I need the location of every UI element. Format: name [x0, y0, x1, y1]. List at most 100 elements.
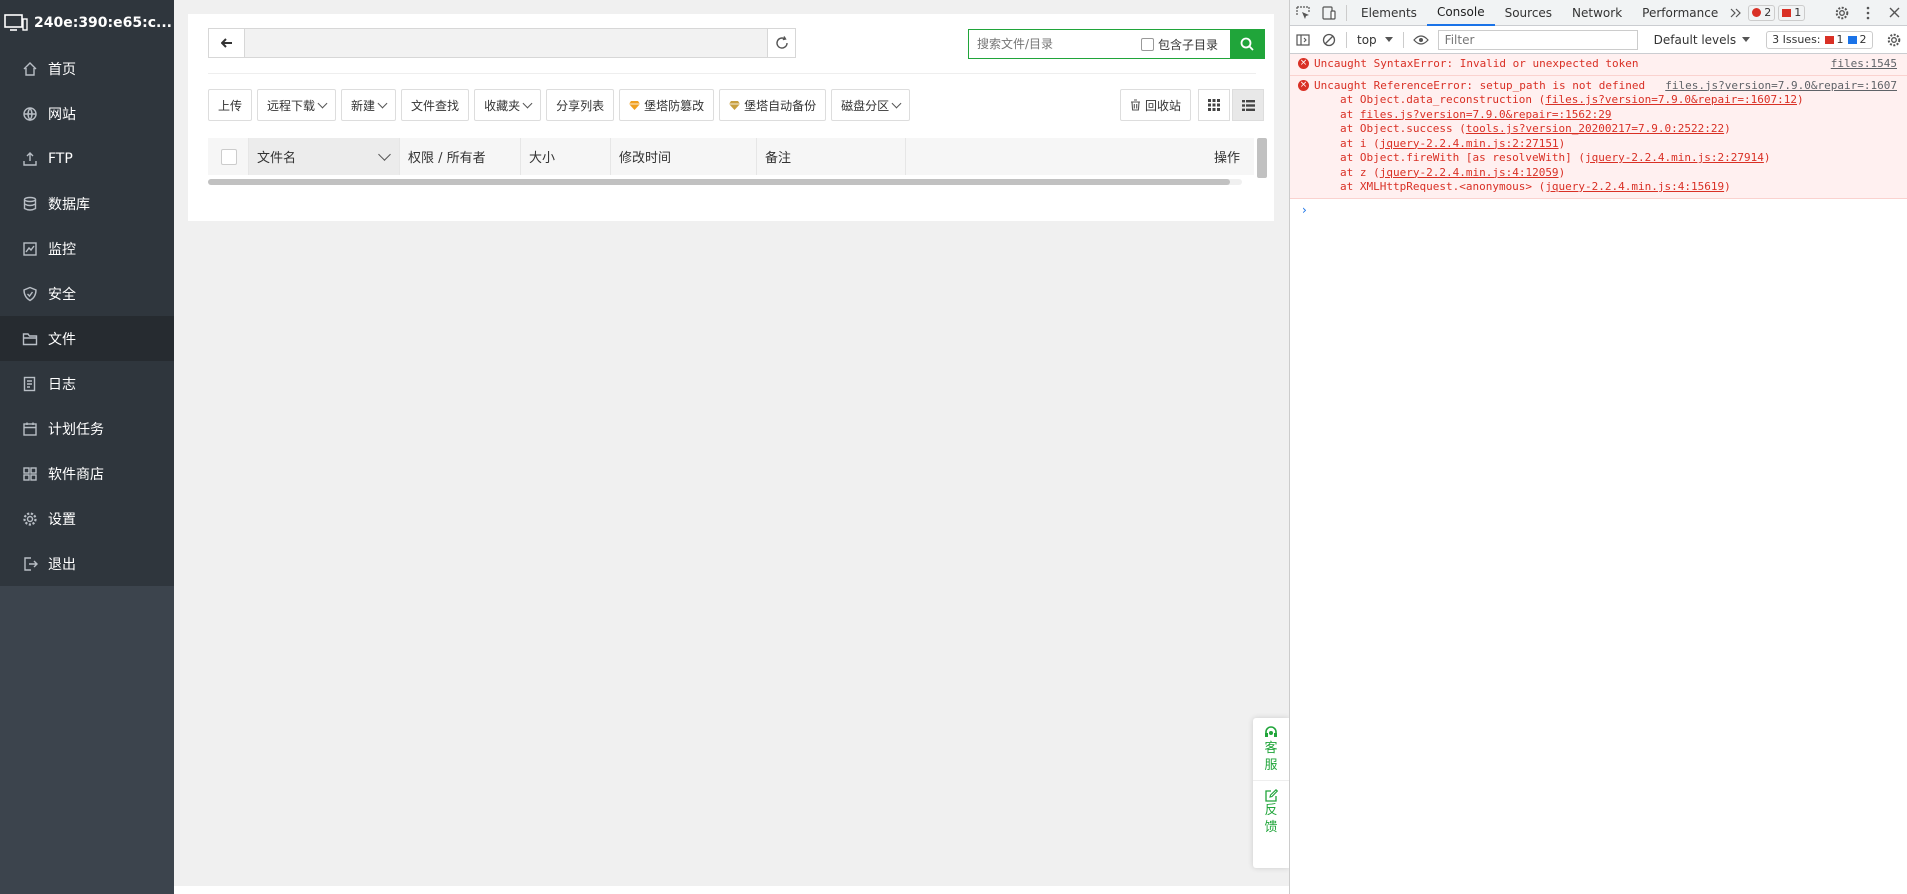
- file-panel: 包含子目录 上传 远程下载 新建 文件查找 收藏夹 分享列表 堡塔防篡改 堡塔自…: [188, 14, 1274, 221]
- tab-console[interactable]: Console: [1426, 0, 1495, 26]
- remote-download-button[interactable]: 远程下载: [257, 89, 337, 121]
- sidebar-item-label: 设置: [48, 511, 76, 528]
- tab-sources[interactable]: Sources: [1495, 0, 1562, 26]
- more-tabs-icon[interactable]: [1728, 0, 1744, 26]
- floating-help-panel: 客 服 反 馈: [1253, 718, 1289, 868]
- console-filter-input[interactable]: Filter: [1437, 29, 1638, 50]
- include-subdir-checkbox[interactable]: [1141, 37, 1154, 51]
- chevron-down-icon: [891, 98, 902, 108]
- device-toolbar-icon[interactable]: [1316, 0, 1342, 26]
- vertical-scrollbar[interactable]: [1257, 138, 1267, 178]
- stack-frame-link[interactable]: jquery-2.2.4.min.js:4:12059: [1380, 166, 1559, 179]
- file-find-button[interactable]: 文件查找: [401, 89, 470, 121]
- favorites-button[interactable]: 收藏夹: [474, 89, 542, 121]
- sidebar-item-4[interactable]: 监控: [0, 226, 174, 271]
- sidebar-item-11[interactable]: 退出: [0, 541, 174, 586]
- stack-frame-link[interactable]: jquery-2.2.4.min.js:2:27151: [1380, 137, 1559, 150]
- disk-partition-button[interactable]: 磁盘分区: [831, 89, 911, 121]
- sidebar-item-1[interactable]: 网站: [0, 91, 174, 136]
- live-expression-eye-icon[interactable]: [1408, 27, 1434, 53]
- sidebar-item-9[interactable]: 软件商店: [0, 451, 174, 496]
- console-settings-gear-icon[interactable]: [1881, 27, 1907, 53]
- sidebar-item-3[interactable]: 数据库: [0, 181, 174, 226]
- error-count-badge[interactable]: 2: [1748, 4, 1776, 21]
- divider: [1346, 31, 1347, 48]
- stack-frame-link[interactable]: files.js?version=7.9.0&repair=:1562:29: [1360, 108, 1612, 121]
- chevron-down-icon: [522, 98, 533, 108]
- error-counts[interactable]: 2 1: [1748, 4, 1808, 21]
- sidebar-item-5[interactable]: 安全: [0, 271, 174, 316]
- sidebar-item-8[interactable]: 计划任务: [0, 406, 174, 451]
- error-source-link[interactable]: files.js?version=7.9.0&repair=:1607: [1665, 79, 1897, 94]
- console-prompt[interactable]: ›: [1290, 199, 1907, 217]
- recycle-bin-button[interactable]: 回收站: [1120, 89, 1192, 121]
- search-input[interactable]: [969, 30, 1139, 58]
- sidebar-item-7[interactable]: 日志: [0, 361, 174, 406]
- select-all-checkbox[interactable]: [221, 148, 237, 165]
- path-bar: [208, 28, 796, 58]
- sidebar-item-label: 网站: [48, 106, 76, 123]
- tab-performance[interactable]: Performance: [1632, 0, 1728, 26]
- stack-frame-link[interactable]: tools.js?version_20200217=7.9.0:2522:22: [1466, 122, 1724, 135]
- tamper-proof-button[interactable]: 堡塔防篡改: [619, 89, 715, 121]
- issue-flag-icon: [1782, 8, 1792, 17]
- tab-network[interactable]: Network: [1562, 0, 1632, 26]
- column-name-label: 文件名: [257, 151, 297, 166]
- include-subdir-label: 包含子目录: [1158, 37, 1219, 52]
- inspect-element-icon[interactable]: [1290, 0, 1316, 26]
- column-size[interactable]: 大小: [521, 138, 611, 175]
- grid-view-button[interactable]: [1198, 89, 1231, 121]
- horizontal-scrollbar[interactable]: [208, 179, 1242, 185]
- console-error-message[interactable]: × Uncaught SyntaxError: Invalid or unexpe…: [1290, 54, 1907, 76]
- refresh-icon: [775, 36, 788, 49]
- issue-count-badge[interactable]: 1: [1778, 4, 1806, 21]
- auto-backup-button[interactable]: 堡塔自动备份: [719, 89, 827, 121]
- log-levels-select[interactable]: Default levels: [1648, 30, 1756, 50]
- dropdown-arrow-icon: [1384, 37, 1393, 42]
- upload-button[interactable]: 上传: [208, 89, 253, 121]
- stack-frame-link[interactable]: jquery-2.2.4.min.js:2:27914: [1585, 151, 1764, 164]
- sidebar-item-label: 首页: [48, 61, 76, 78]
- more-options-icon[interactable]: [1855, 0, 1881, 26]
- back-button[interactable]: [209, 29, 245, 57]
- settings-gear-icon[interactable]: [1829, 0, 1855, 26]
- chevron-down-icon[interactable]: [378, 147, 391, 161]
- path-input[interactable]: [245, 29, 767, 57]
- refresh-button[interactable]: [767, 29, 795, 57]
- console-error-message[interactable]: × Uncaught ReferenceError: setup_path is …: [1290, 75, 1907, 199]
- error-source-link[interactable]: files:1545: [1831, 57, 1897, 72]
- search-button[interactable]: [1230, 30, 1264, 58]
- error-text: Uncaught SyntaxError: Invalid or unexpec…: [1314, 57, 1639, 70]
- bottom-strip: [174, 886, 1289, 894]
- column-permission[interactable]: 权限 / 所有者: [400, 138, 521, 175]
- sidebar-item-2[interactable]: FTP: [0, 136, 174, 181]
- close-icon[interactable]: [1881, 0, 1907, 26]
- context-select[interactable]: top: [1351, 30, 1399, 50]
- new-button[interactable]: 新建: [341, 89, 397, 121]
- sidebar-item-0[interactable]: 首页: [0, 46, 174, 91]
- sidebar-menu: 首页网站 FTP 数据库 监控 安全 文件 日志 计划任务 软件商店设置退出: [0, 46, 174, 586]
- stack-frame-link[interactable]: files.js?version=7.9.0&repair=:1607:12: [1545, 93, 1797, 106]
- sidebar-item-label: FTP: [48, 150, 73, 167]
- sidebar-item-6[interactable]: 文件: [0, 316, 174, 361]
- error-icon: ×: [1298, 58, 1309, 69]
- context-value: top: [1357, 32, 1377, 47]
- headset-icon: [1265, 726, 1277, 737]
- clear-console-icon[interactable]: [1316, 27, 1342, 53]
- column-modified[interactable]: 修改时间: [611, 138, 757, 175]
- share-list-button[interactable]: 分享列表: [546, 89, 615, 121]
- server-header[interactable]: 240e:390:e65:c... 0: [0, 0, 185, 46]
- issues-button[interactable]: 3 Issues: 1 2: [1766, 30, 1873, 49]
- chevron-down-icon: [317, 98, 328, 108]
- stack-frame-link[interactable]: jquery-2.2.4.min.js:4:15619: [1545, 180, 1724, 193]
- sidebar-item-10[interactable]: 设置: [0, 496, 174, 541]
- include-subdir-toggle[interactable]: 包含子目录: [1141, 30, 1218, 58]
- sidebar-toggle-icon[interactable]: [1290, 27, 1316, 53]
- feedback-button[interactable]: 反 馈: [1253, 780, 1289, 836]
- customer-service-button[interactable]: 客 服: [1253, 718, 1289, 774]
- tab-elements[interactable]: Elements: [1351, 0, 1427, 26]
- diamond-icon: [729, 100, 741, 110]
- divider: [1346, 4, 1347, 21]
- list-view-button[interactable]: [1232, 89, 1265, 121]
- column-name[interactable]: 文件名: [249, 138, 400, 175]
